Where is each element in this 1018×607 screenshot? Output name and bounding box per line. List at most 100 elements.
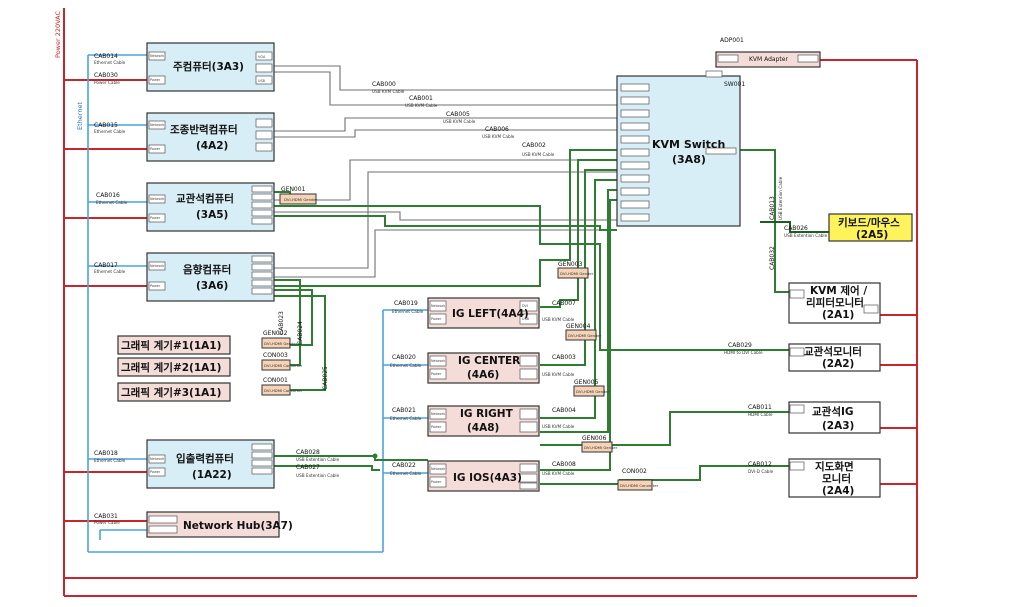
svg-text:Network: Network bbox=[150, 54, 164, 58]
ig-center-id: (4A6) bbox=[467, 369, 499, 381]
svg-text:CAB027: CAB027 bbox=[296, 464, 320, 471]
gauge-1-label: 그래픽 계기#1(1A1) bbox=[121, 339, 221, 352]
svg-text:CAB011: CAB011 bbox=[748, 404, 772, 411]
ig-left-label: IG LEFT(4A4) bbox=[452, 308, 529, 320]
svg-text:Network: Network bbox=[150, 264, 164, 268]
keyboard-label: 키보드/마우스 bbox=[838, 216, 900, 229]
svg-text:CAB017: CAB017 bbox=[94, 262, 118, 269]
power-label: Power 220VAC bbox=[54, 11, 62, 58]
svg-text:DVI-HDMI Gender: DVI-HDMI Gender bbox=[264, 341, 298, 346]
junction-dot bbox=[372, 453, 378, 459]
svg-text:Network: Network bbox=[431, 359, 445, 363]
map-monitor-id: (2A4) bbox=[822, 485, 854, 497]
kvm-adapter-ref: ADP001 bbox=[720, 37, 744, 44]
svg-text:CAB003: CAB003 bbox=[552, 354, 576, 361]
svg-text:DVI-HDMI Converter: DVI-HDMI Converter bbox=[264, 388, 303, 393]
svg-text:USB Extention Cable: USB Extention Cable bbox=[784, 233, 828, 238]
ethernet-label: Ethernet bbox=[76, 102, 84, 130]
svg-text:CAB001: CAB001 bbox=[409, 95, 433, 102]
svg-text:CAB013: CAB013 bbox=[769, 196, 776, 220]
map-monitor-label-2: 모니터 bbox=[822, 472, 851, 485]
svg-text:GEN002: GEN002 bbox=[263, 330, 288, 337]
io-computer-label: 입출력컴퓨터 bbox=[176, 452, 234, 465]
svg-text:Network: Network bbox=[431, 412, 445, 416]
svg-text:Ethernet Cable: Ethernet Cable bbox=[94, 129, 126, 134]
svg-text:HDMI to DVI Cable: HDMI to DVI Cable bbox=[724, 350, 763, 355]
network-hub-label: Network Hub(3A7) bbox=[183, 520, 293, 532]
svg-text:Power: Power bbox=[431, 372, 442, 376]
svg-text:DVI: DVI bbox=[522, 304, 528, 308]
svg-text:Power: Power bbox=[150, 470, 161, 474]
svg-text:GEN006: GEN006 bbox=[582, 435, 607, 442]
instructor-monitor-label: 교관석모니터 bbox=[804, 345, 862, 358]
svg-text:Network: Network bbox=[431, 467, 445, 471]
control-computer-label: 조종반력컴퓨터 bbox=[170, 123, 238, 136]
svg-text:Power Cable: Power Cable bbox=[94, 80, 120, 85]
svg-text:Ethernet Cable: Ethernet Cable bbox=[390, 471, 422, 476]
svg-text:VGA: VGA bbox=[258, 55, 266, 59]
svg-text:CAB022: CAB022 bbox=[392, 462, 416, 469]
svg-text:CAB014: CAB014 bbox=[94, 53, 118, 60]
svg-text:USB KVM Cable: USB KVM Cable bbox=[542, 424, 575, 429]
control-computer-id: (4A2) bbox=[196, 140, 228, 152]
svg-text:CAB005: CAB005 bbox=[446, 111, 470, 118]
svg-text:Ethernet Cable: Ethernet Cable bbox=[390, 363, 422, 368]
kvm-switch-ref: SW001 bbox=[724, 81, 745, 88]
instructor-ig-label: 교관석IG bbox=[812, 405, 854, 418]
kvm-monitor-label-1: KVM 제어 / bbox=[810, 284, 867, 297]
svg-text:Network: Network bbox=[150, 123, 164, 127]
svg-text:CAB004: CAB004 bbox=[552, 407, 576, 414]
svg-text:Ethernet Cable: Ethernet Cable bbox=[392, 309, 424, 314]
svg-text:USB KVM Cable: USB KVM Cable bbox=[372, 89, 405, 94]
kvm-switch-label: KVM Switch bbox=[652, 138, 725, 151]
instructor-computer-label: 교관석컴퓨터 bbox=[176, 192, 234, 205]
svg-text:Ethernet Cable: Ethernet Cable bbox=[94, 458, 126, 463]
svg-text:Power: Power bbox=[150, 78, 161, 82]
svg-text:Power Cable: Power Cable bbox=[94, 520, 120, 525]
ig-center-label: IG CENTER bbox=[458, 355, 520, 367]
svg-text:Power: Power bbox=[431, 317, 442, 321]
svg-text:CAB020: CAB020 bbox=[392, 354, 416, 361]
svg-text:CON003: CON003 bbox=[263, 352, 288, 359]
gauge-3-label: 그래픽 계기#3(1A1) bbox=[121, 386, 221, 399]
svg-text:CAB019: CAB019 bbox=[394, 300, 418, 307]
svg-text:CAB025: CAB025 bbox=[322, 366, 329, 390]
svg-text:USB KVM Cable: USB KVM Cable bbox=[542, 317, 575, 322]
svg-text:Power: Power bbox=[150, 284, 161, 288]
svg-text:Network: Network bbox=[150, 197, 164, 201]
svg-text:USB KVM Cable: USB KVM Cable bbox=[405, 103, 438, 108]
svg-text:Power: Power bbox=[150, 147, 161, 151]
svg-text:Power: Power bbox=[431, 425, 442, 429]
svg-text:CAB031: CAB031 bbox=[94, 513, 118, 520]
svg-text:USB Extention Cable: USB Extention Cable bbox=[296, 473, 340, 478]
svg-text:GEN005: GEN005 bbox=[574, 379, 599, 386]
system-diagram: 주컴퓨터(3A3) 조종반력컴퓨터 (4A2) 교관석컴퓨터 (3A5) 음향컴… bbox=[54, 8, 918, 597]
svg-text:CAB026: CAB026 bbox=[784, 225, 808, 232]
svg-text:CAB030: CAB030 bbox=[94, 72, 118, 79]
svg-text:Power: Power bbox=[150, 216, 161, 220]
svg-text:DVI-HDMI Converter: DVI-HDMI Converter bbox=[264, 363, 303, 368]
map-monitor-label-1: 지도화면 bbox=[815, 460, 854, 473]
svg-text:USB KVM Cable: USB KVM Cable bbox=[443, 119, 476, 124]
svg-text:USB KVM Cable: USB KVM Cable bbox=[542, 372, 575, 377]
kvm-adapter-label: KVM Adapter bbox=[749, 56, 788, 63]
svg-text:CAB007: CAB007 bbox=[552, 300, 576, 307]
svg-text:CAB008: CAB008 bbox=[552, 461, 576, 468]
svg-text:CAB015: CAB015 bbox=[94, 122, 118, 129]
svg-text:Power: Power bbox=[431, 480, 442, 484]
svg-text:Ethernet Cable: Ethernet Cable bbox=[96, 200, 128, 205]
kvm-switch-id: (3A8) bbox=[672, 153, 706, 166]
svg-text:Network: Network bbox=[431, 304, 445, 308]
svg-text:Ethernet Cable: Ethernet Cable bbox=[94, 60, 126, 65]
svg-text:CAB029: CAB029 bbox=[728, 342, 752, 349]
svg-text:CAB028: CAB028 bbox=[296, 449, 320, 456]
svg-text:CAB016: CAB016 bbox=[96, 192, 120, 199]
svg-text:DVI-HDMI Gender: DVI-HDMI Gender bbox=[576, 389, 610, 394]
svg-text:DVI-HDMI Converter: DVI-HDMI Converter bbox=[620, 483, 659, 488]
instructor-monitor-id: (2A2) bbox=[822, 358, 854, 370]
svg-text:CAB000: CAB000 bbox=[372, 81, 396, 88]
svg-text:CON001: CON001 bbox=[263, 377, 288, 384]
svg-text:USB: USB bbox=[522, 317, 530, 321]
svg-text:USB Extention Cable: USB Extention Cable bbox=[296, 457, 340, 462]
gauge-2-label: 그래픽 계기#2(1A1) bbox=[121, 361, 221, 374]
